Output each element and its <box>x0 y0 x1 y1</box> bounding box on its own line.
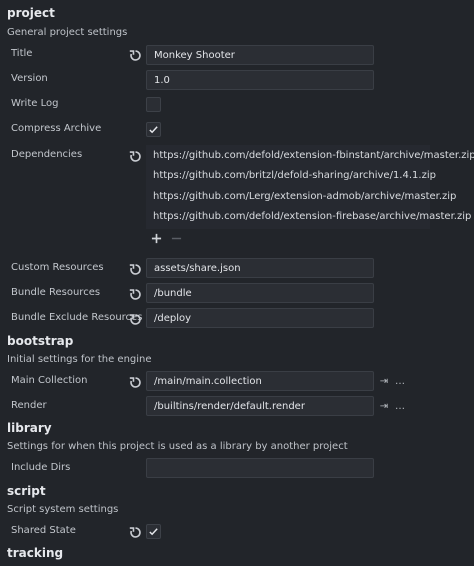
shared-state-label: Shared State <box>11 525 76 536</box>
render-label: Render <box>11 400 47 411</box>
include-dirs-field[interactable] <box>146 458 374 478</box>
reset-bundle-exclude-icon[interactable] <box>128 312 142 326</box>
include-dirs-label: Include Dirs <box>11 462 71 473</box>
compress-archive-label: Compress Archive <box>11 123 102 134</box>
dependencies-list[interactable]: https://github.com/defold/extension-fbin… <box>146 145 474 229</box>
write-log-checkbox[interactable] <box>146 97 161 112</box>
title-label: Title <box>11 48 33 59</box>
section-description-project: General project settings <box>7 27 128 38</box>
browse-render-button[interactable]: … <box>393 398 407 414</box>
main-collection-field[interactable]: /main/main.collection <box>146 371 374 391</box>
version-label: Version <box>11 73 48 84</box>
version-field[interactable]: 1.0 <box>146 70 374 90</box>
reset-main-collection-icon[interactable] <box>128 375 142 389</box>
section-title-script: script <box>7 484 46 498</box>
reset-shared-state-icon[interactable] <box>128 525 142 539</box>
goto-render-icon[interactable]: ⇥ <box>377 398 391 414</box>
section-description-bootstrap: Initial settings for the engine <box>7 354 152 365</box>
section-title-bootstrap: bootstrap <box>7 334 74 348</box>
plus-icon[interactable] <box>149 231 163 245</box>
title-field[interactable]: Monkey Shooter <box>146 45 374 65</box>
bundle-resources-field[interactable]: /bundle <box>146 283 374 303</box>
write-log-label: Write Log <box>11 98 59 109</box>
section-title-library: library <box>7 421 52 435</box>
checkmark-icon <box>149 528 158 536</box>
bundle-resources-label: Bundle Resources <box>11 287 101 298</box>
section-description-script: Script system settings <box>7 504 119 515</box>
section-title-project: project <box>7 6 55 20</box>
list-item[interactable]: https://github.com/Lerg/extension-admob/… <box>153 191 456 202</box>
dependencies-label: Dependencies <box>11 149 83 160</box>
section-title-tracking: tracking <box>7 546 64 560</box>
main-collection-label: Main Collection <box>11 375 88 386</box>
render-field[interactable]: /builtins/render/default.render <box>146 396 374 416</box>
bundle-exclude-resources-field[interactable]: /deploy <box>146 308 374 328</box>
browse-main-collection-button[interactable]: … <box>393 373 407 389</box>
list-item[interactable]: https://github.com/defold/extension-fbin… <box>153 150 474 161</box>
reset-custom-resources-icon[interactable] <box>128 262 142 276</box>
list-item[interactable]: https://github.com/britzl/defold-sharing… <box>153 170 436 181</box>
reset-dependencies-icon[interactable] <box>128 149 142 163</box>
minus-icon[interactable] <box>169 231 183 245</box>
compress-archive-checkbox[interactable] <box>146 122 161 137</box>
section-description-library: Settings for when this project is used a… <box>7 441 348 452</box>
list-item[interactable]: https://github.com/defold/extension-fire… <box>153 211 471 222</box>
checkmark-icon <box>149 126 158 134</box>
custom-resources-label: Custom Resources <box>11 262 104 273</box>
goto-main-collection-icon[interactable]: ⇥ <box>377 373 391 389</box>
shared-state-checkbox[interactable] <box>146 524 161 539</box>
bundle-exclude-resources-label: Bundle Exclude Resources <box>11 312 143 323</box>
reset-title-icon[interactable] <box>128 48 142 62</box>
reset-bundle-resources-icon[interactable] <box>128 287 142 301</box>
custom-resources-field[interactable]: assets/share.json <box>146 258 374 278</box>
